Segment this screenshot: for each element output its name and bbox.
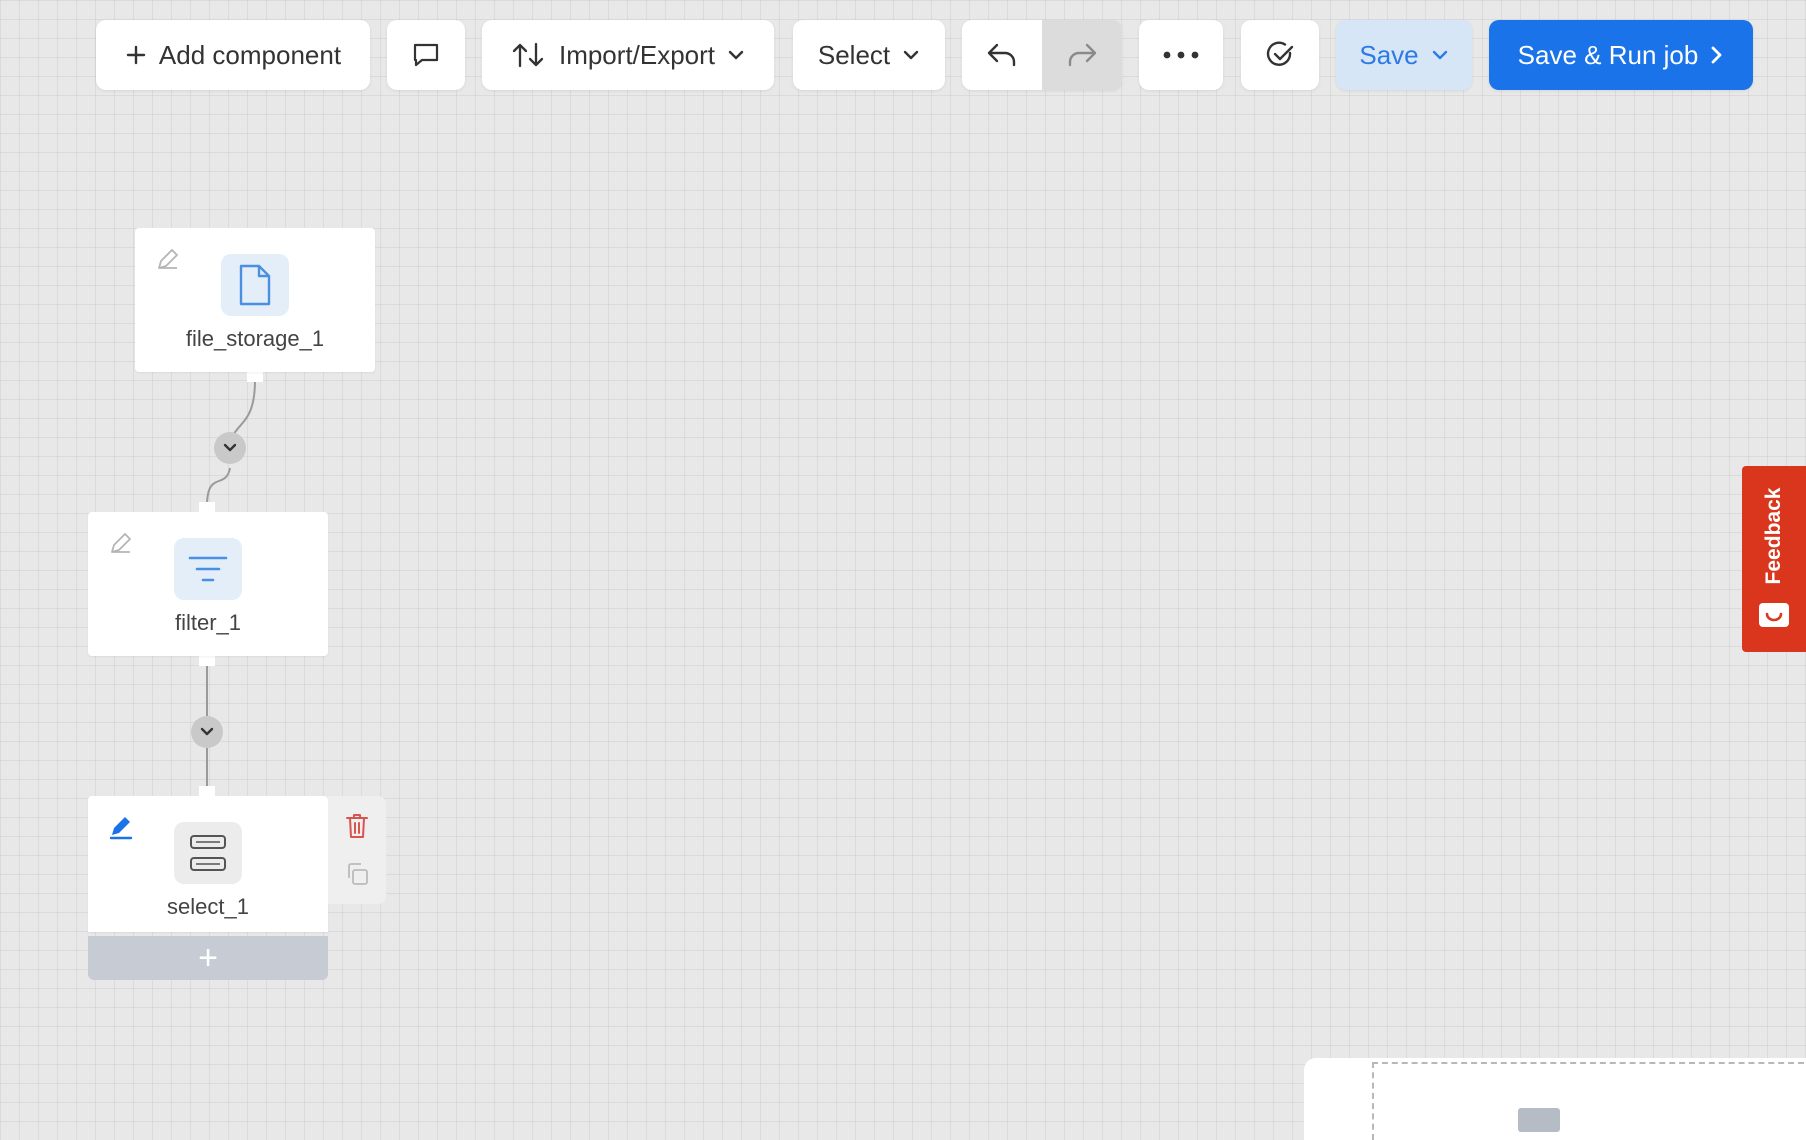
undo-button[interactable] — [962, 20, 1042, 90]
undo-redo-group — [962, 20, 1122, 90]
plus-icon — [126, 45, 146, 65]
more-horizontal-icon — [1163, 51, 1199, 59]
edit-node-button[interactable] — [106, 528, 136, 558]
pencil-icon — [158, 249, 178, 269]
duplicate-node-button[interactable] — [341, 858, 373, 890]
filter-icon — [188, 556, 228, 582]
save-dropdown-button[interactable]: Save — [1336, 20, 1472, 90]
node-file-storage[interactable]: file_storage_1 — [135, 228, 375, 372]
edit-node-button[interactable] — [153, 244, 183, 274]
chevron-right-icon — [1711, 46, 1722, 64]
add-plus-label: + — [198, 938, 218, 977]
minimap[interactable] — [1304, 1058, 1806, 1140]
import-export-icon — [512, 42, 544, 68]
feedback-smile-icon — [1759, 603, 1789, 627]
chevron-down-icon — [200, 727, 214, 736]
trash-icon — [346, 814, 368, 838]
collapse-toggle[interactable] — [214, 432, 246, 464]
comment-icon — [413, 43, 439, 67]
save-label: Save — [1359, 39, 1419, 70]
pencil-icon — [109, 817, 133, 840]
minimap-node — [1518, 1108, 1560, 1132]
edit-node-button[interactable] — [106, 812, 136, 842]
input-port[interactable] — [199, 786, 215, 796]
save-and-run-button[interactable]: Save & Run job — [1489, 20, 1753, 90]
output-port[interactable] — [247, 372, 263, 382]
comment-button[interactable] — [387, 20, 465, 90]
node-actions-panel — [328, 796, 386, 904]
node-icon-box — [174, 538, 242, 600]
redo-icon — [1068, 43, 1097, 67]
chevron-down-icon — [903, 50, 919, 60]
minimap-viewport[interactable] — [1372, 1062, 1804, 1140]
output-port[interactable] — [199, 656, 215, 666]
chevron-down-icon — [1432, 50, 1447, 60]
more-options-button[interactable] — [1139, 20, 1223, 90]
select-label: Select — [817, 39, 891, 70]
add-component-button[interactable]: Add component — [96, 20, 370, 90]
file-icon — [239, 264, 271, 306]
chevron-down-icon — [223, 443, 237, 452]
node-label: select_1 — [167, 894, 249, 919]
node-icon-box — [221, 254, 289, 316]
add-next-component-button[interactable]: + — [88, 936, 328, 980]
feedback-tab[interactable]: Feedback — [1742, 466, 1806, 652]
select-columns-icon — [190, 835, 226, 871]
node-filter[interactable]: filter_1 — [88, 512, 328, 656]
validate-button[interactable] — [1241, 20, 1319, 90]
collapse-toggle[interactable] — [191, 716, 223, 748]
node-label: file_storage_1 — [185, 326, 325, 351]
feedback-label: Feedback — [1762, 487, 1785, 585]
node-icon-box — [174, 822, 242, 884]
select-dropdown[interactable]: Select — [793, 20, 945, 90]
node-label: filter_1 — [174, 610, 242, 635]
save-run-label: Save & Run job — [1517, 39, 1699, 70]
undo-icon — [987, 43, 1016, 67]
node-select[interactable]: select_1 — [88, 796, 328, 932]
add-component-label: Add component — [158, 39, 342, 70]
input-port[interactable] — [199, 502, 215, 512]
redo-button[interactable] — [1042, 20, 1122, 90]
import-export-label: Import/Export — [558, 39, 716, 70]
delete-node-button[interactable] — [341, 810, 373, 842]
copy-icon — [348, 863, 368, 885]
check-circle-icon — [1266, 41, 1294, 66]
pencil-icon — [111, 533, 131, 553]
chevron-down-icon — [728, 50, 744, 60]
import-export-dropdown[interactable]: Import/Export — [482, 20, 774, 90]
